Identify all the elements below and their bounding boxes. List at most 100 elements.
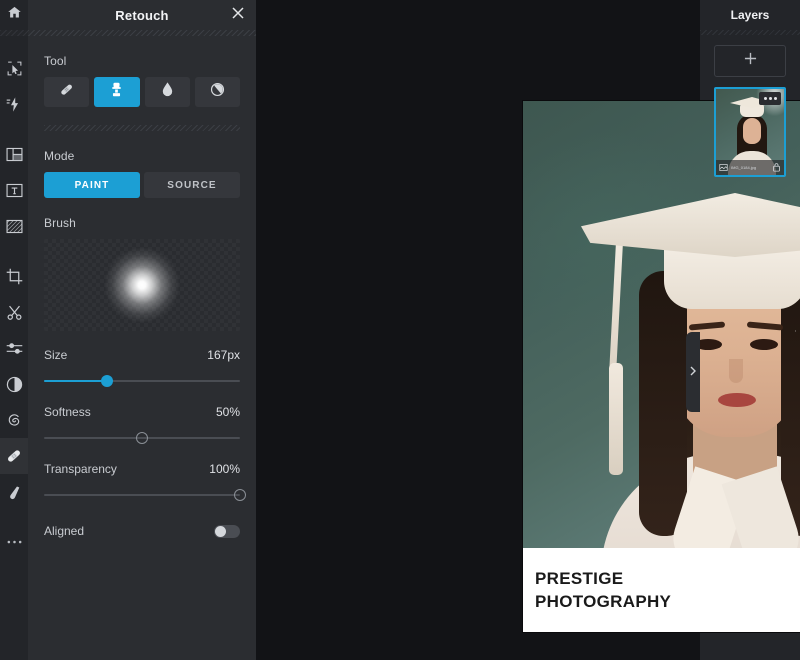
hair-left xyxy=(639,271,687,536)
text-box-icon xyxy=(6,183,23,198)
paint-brush-icon xyxy=(6,484,23,501)
tool-options xyxy=(44,77,240,107)
layer-menu-button[interactable] xyxy=(759,92,781,105)
retouch-panel: Retouch Tool xyxy=(28,0,256,660)
canvas-area[interactable]: PRESTIGE PHOTOGRAPHY xyxy=(256,0,700,660)
layers-divider xyxy=(700,30,800,35)
mode-paint-button[interactable]: PAINT xyxy=(44,172,140,198)
size-slider[interactable] xyxy=(44,374,240,388)
sidebar-item-brush[interactable] xyxy=(0,474,28,510)
scissors-icon xyxy=(6,304,23,321)
aligned-toggle-knob xyxy=(215,526,226,537)
lips xyxy=(718,393,756,407)
tassel-cord xyxy=(609,229,623,369)
brush-section-label: Brush xyxy=(44,216,240,230)
size-slider-label: Size xyxy=(44,348,67,362)
rail-divider xyxy=(0,30,28,36)
cursor-select-icon xyxy=(6,60,23,77)
sidebar-item-text[interactable] xyxy=(0,172,28,208)
softness-slider-block: Softness 50% xyxy=(44,405,240,445)
size-slider-header: Size 167px xyxy=(44,348,240,362)
aligned-toggle[interactable] xyxy=(214,525,240,538)
tassel-tail xyxy=(609,363,623,475)
add-layer-button[interactable] xyxy=(714,45,786,77)
ellipsis-icon xyxy=(6,539,23,545)
sidebar-item-select[interactable] xyxy=(0,50,28,86)
home-button[interactable] xyxy=(0,0,28,30)
aligned-label: Aligned xyxy=(44,524,84,538)
chevron-right-icon xyxy=(690,363,696,381)
tool-clone-button[interactable] xyxy=(94,77,139,107)
sliders-icon xyxy=(6,340,23,357)
rail-items xyxy=(0,36,28,560)
tool-dodge-button[interactable] xyxy=(195,77,240,107)
panel-collapse-handle[interactable] xyxy=(686,332,700,412)
home-icon xyxy=(7,5,22,25)
transparency-slider[interactable] xyxy=(44,488,240,502)
tool-heal-button[interactable] xyxy=(44,77,89,107)
softness-slider-knob[interactable] xyxy=(136,432,148,444)
close-icon xyxy=(232,6,244,24)
panel-header: Retouch xyxy=(28,0,256,30)
softness-slider-header: Softness 50% xyxy=(44,405,240,419)
brush-preview[interactable] xyxy=(44,239,240,331)
left-toolbar xyxy=(0,0,28,660)
sidebar-item-retouch[interactable] xyxy=(0,438,28,474)
plus-icon xyxy=(744,52,757,70)
caption-band: PRESTIGE PHOTOGRAPHY xyxy=(523,548,800,632)
more-tools-button[interactable] xyxy=(0,524,28,560)
image-document[interactable]: PRESTIGE PHOTOGRAPHY xyxy=(523,101,800,632)
sidebar-item-crop[interactable] xyxy=(0,258,28,294)
sidebar-item-layout[interactable] xyxy=(0,136,28,172)
size-slider-block: Size 167px xyxy=(44,348,240,388)
transparency-slider-label: Transparency xyxy=(44,462,117,476)
sidebar-item-liquify[interactable] xyxy=(0,402,28,438)
list-item[interactable]: IMG_0184.jpg xyxy=(714,87,786,177)
mode-section-label: Mode xyxy=(44,149,240,163)
bandaid-icon xyxy=(58,81,75,103)
tool-section-divider xyxy=(44,125,240,131)
tool-blur-button[interactable] xyxy=(145,77,190,107)
app-root: Retouch Tool xyxy=(0,0,800,660)
panel-body: Tool xyxy=(28,36,256,660)
size-slider-fill xyxy=(44,380,107,382)
cap-mortarboard xyxy=(581,193,800,257)
close-button[interactable] xyxy=(230,7,246,23)
sidebar-item-cutout[interactable] xyxy=(0,294,28,330)
layer-filename: IMG_0184.jpg xyxy=(731,165,769,170)
lock-icon[interactable] xyxy=(772,159,781,177)
mode-source-button[interactable]: SOURCE xyxy=(144,172,240,198)
tool-section-label: Tool xyxy=(44,54,240,68)
ellipsis-icon xyxy=(774,97,777,100)
clone-stamp-icon xyxy=(108,81,125,103)
layers-header: Layers xyxy=(700,0,800,30)
softness-slider-label: Softness xyxy=(44,405,91,419)
sidebar-item-contrast[interactable] xyxy=(0,366,28,402)
eye-right xyxy=(750,339,778,350)
transparency-slider-block: Transparency 100% xyxy=(44,462,240,502)
dodge-burn-icon xyxy=(209,81,226,103)
studio-name: PRESTIGE PHOTOGRAPHY xyxy=(535,568,671,613)
nose xyxy=(729,359,743,383)
layer-footer: IMG_0184.jpg xyxy=(716,160,784,175)
pattern-fill-icon xyxy=(6,219,23,234)
aligned-toggle-row: Aligned xyxy=(44,524,240,538)
page-title: Retouch xyxy=(115,8,168,23)
transparency-slider-value: 100% xyxy=(209,462,240,476)
size-slider-value: 167px xyxy=(207,348,240,362)
size-slider-knob[interactable] xyxy=(101,375,113,387)
lightning-bolt-icon xyxy=(6,96,23,113)
mode-options: PAINT SOURCE xyxy=(44,172,240,198)
softness-slider-value: 50% xyxy=(216,405,240,419)
transparency-slider-knob[interactable] xyxy=(234,489,246,501)
layout-grid-icon xyxy=(6,147,23,162)
spiral-icon xyxy=(6,412,23,429)
thumb-face xyxy=(743,118,761,144)
water-drop-icon xyxy=(160,81,175,103)
softness-slider[interactable] xyxy=(44,431,240,445)
ellipsis-icon xyxy=(764,97,767,100)
layers-title: Layers xyxy=(731,8,770,22)
sidebar-item-pattern[interactable] xyxy=(0,208,28,244)
sidebar-item-effects[interactable] xyxy=(0,86,28,122)
sidebar-item-adjust[interactable] xyxy=(0,330,28,366)
